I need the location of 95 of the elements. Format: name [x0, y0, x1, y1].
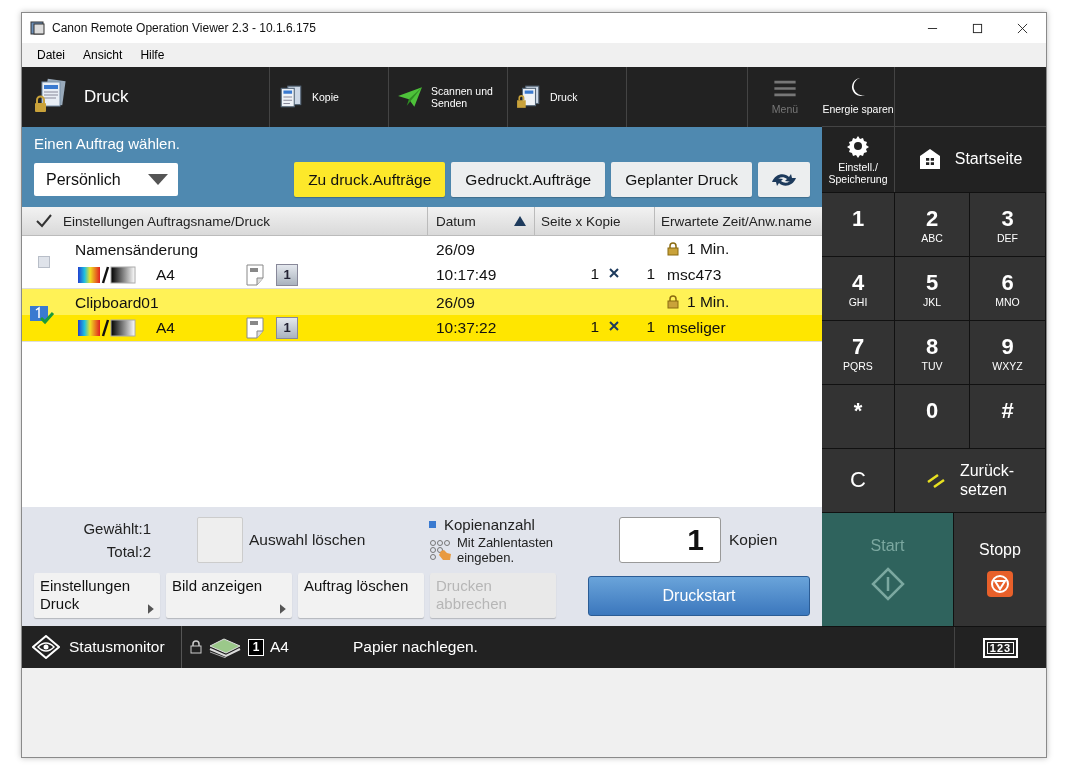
caret-icon: [148, 173, 168, 186]
copies-hint: Mit Zahlentasten eingeben.: [457, 534, 555, 565]
tray-number: 1: [248, 638, 264, 656]
paper-size: A4: [155, 319, 176, 337]
page-count: 1: [589, 265, 599, 283]
status-monitor-label[interactable]: Statusmonitor: [69, 638, 165, 656]
job-name: Clipboard01: [75, 293, 160, 313]
column-header[interactable]: Seite x Kopie: [541, 213, 621, 229]
filter-tab[interactable]: Gedruckt.Aufträge: [451, 162, 606, 197]
keypad-key[interactable]: *: [822, 384, 895, 448]
sort-ascending-icon: [514, 216, 526, 226]
menu-item[interactable]: Ansicht: [83, 48, 123, 62]
checked-checkbox-icon[interactable]: [28, 304, 55, 326]
page-count: 1: [589, 318, 599, 336]
user-name: msc473: [667, 265, 723, 285]
keypad-key[interactable]: 4 GHI: [822, 256, 895, 320]
keypad-key[interactable]: 5 JKL: [895, 256, 970, 320]
keypad-key[interactable]: 6 MNO: [970, 256, 1046, 320]
keypad-toggle-button[interactable]: 123: [982, 637, 1019, 658]
screen-title: Druck: [84, 87, 129, 107]
lock-icon: [667, 295, 679, 309]
column-header[interactable]: Datum: [436, 213, 476, 229]
documents-lock-icon: [516, 84, 542, 110]
column-header[interactable]: Erwartete Zeit/Anw.name: [661, 213, 812, 229]
clear-selection-label: Auswahl löschen: [249, 531, 367, 550]
estimated-time: 1 Min.: [687, 239, 730, 259]
job-date: 26/09: [436, 293, 476, 313]
job-date: 26/09: [436, 240, 476, 260]
action-button[interactable]: Einstellungen Druck: [34, 573, 160, 618]
selected-count: Gewählt:1: [83, 520, 151, 538]
submenu-arrow-icon: [280, 604, 286, 614]
start-diamond-icon: [870, 567, 905, 602]
energy-save-button[interactable]: Energie sparen: [822, 67, 895, 126]
menu-item[interactable]: Hilfe: [140, 48, 165, 62]
reset-button[interactable]: Zurück- setzen: [895, 448, 1046, 512]
maximize-icon[interactable]: [972, 22, 983, 34]
keypad-key[interactable]: 3 DEF: [970, 192, 1046, 256]
app-icon: [30, 20, 46, 36]
keypad-key[interactable]: 2 ABC: [895, 192, 970, 256]
copy-count: 1: [645, 265, 655, 283]
filter-tab[interactable]: Zu druck.Aufträge: [294, 162, 446, 197]
keypad-key[interactable]: #: [970, 384, 1046, 448]
total-count: Total:2: [106, 543, 151, 561]
checkmark-icon: [36, 214, 52, 228]
paper-tray-icon: [208, 636, 242, 658]
multiply-icon: [609, 268, 619, 278]
menu-item[interactable]: Datei: [37, 48, 65, 62]
user-dropdown[interactable]: Persönlich: [34, 163, 178, 196]
copies-badge: 1: [276, 264, 298, 286]
color-mode-icon: [78, 266, 138, 284]
page-icon: [246, 317, 264, 339]
action-button[interactable]: Bild anzeigen: [166, 573, 292, 618]
documents-icon: [278, 84, 304, 110]
filter-tab[interactable]: Geplanter Druck: [611, 162, 752, 197]
close-icon[interactable]: [1017, 22, 1028, 34]
color-mode-icon: [78, 319, 138, 337]
keypad-key[interactable]: 7 PQRS: [822, 320, 895, 384]
copy-count: 1: [645, 318, 655, 336]
job-row[interactable]: Clipboard01 A4 1 26/09 10:37:22 1 1 1 Min. mseliger: [22, 289, 822, 342]
keypad-key[interactable]: 8 TUV: [895, 320, 970, 384]
moon-icon: [850, 77, 866, 98]
refresh-button[interactable]: [758, 162, 810, 197]
eye-icon: [32, 635, 60, 659]
menu-icon: [774, 79, 796, 97]
keypad-key[interactable]: 9 WXYZ: [970, 320, 1046, 384]
copies-unit: Kopien: [729, 531, 778, 550]
keypad-hand-icon: [429, 538, 453, 561]
page-icon: [246, 264, 264, 286]
lock-icon: [190, 640, 202, 654]
action-button[interactable]: Auftrag löschen: [298, 573, 424, 618]
job-time: 10:17:49: [436, 265, 498, 285]
paper-size: A4: [155, 266, 176, 284]
status-message: Papier nachlegen.: [352, 638, 478, 656]
bullet-icon: [429, 520, 436, 528]
column-header[interactable]: Einstellungen Auftragsname/Druck: [63, 213, 271, 229]
copies-badge: 1: [276, 317, 298, 339]
copies-heading: Kopienanzahl: [444, 515, 535, 533]
checkbox-icon[interactable]: [37, 256, 50, 268]
submenu-arrow-icon: [148, 604, 154, 614]
window-title: Canon Remote Operation Viewer 2.3 - 10.1.6.175: [52, 21, 316, 35]
job-name: Namensänderung: [75, 240, 200, 260]
copies-field[interactable]: 1: [619, 517, 721, 564]
stop-button[interactable]: Stopp: [954, 512, 1046, 627]
instruction-text: Einen Auftrag wählen.: [34, 135, 181, 152]
clear-key[interactable]: C: [822, 448, 895, 512]
keypad-key[interactable]: 0: [895, 384, 970, 448]
keypad-key[interactable]: 1: [822, 192, 895, 256]
job-time: 10:37:22: [436, 318, 498, 338]
user-name: mseliger: [667, 318, 727, 338]
stop-icon: [987, 571, 1013, 598]
multiply-icon: [609, 321, 619, 331]
lock-icon: [667, 242, 679, 256]
paper-size: A4: [270, 638, 289, 656]
estimated-time: 1 Min.: [687, 292, 730, 312]
home-icon: [918, 148, 941, 171]
